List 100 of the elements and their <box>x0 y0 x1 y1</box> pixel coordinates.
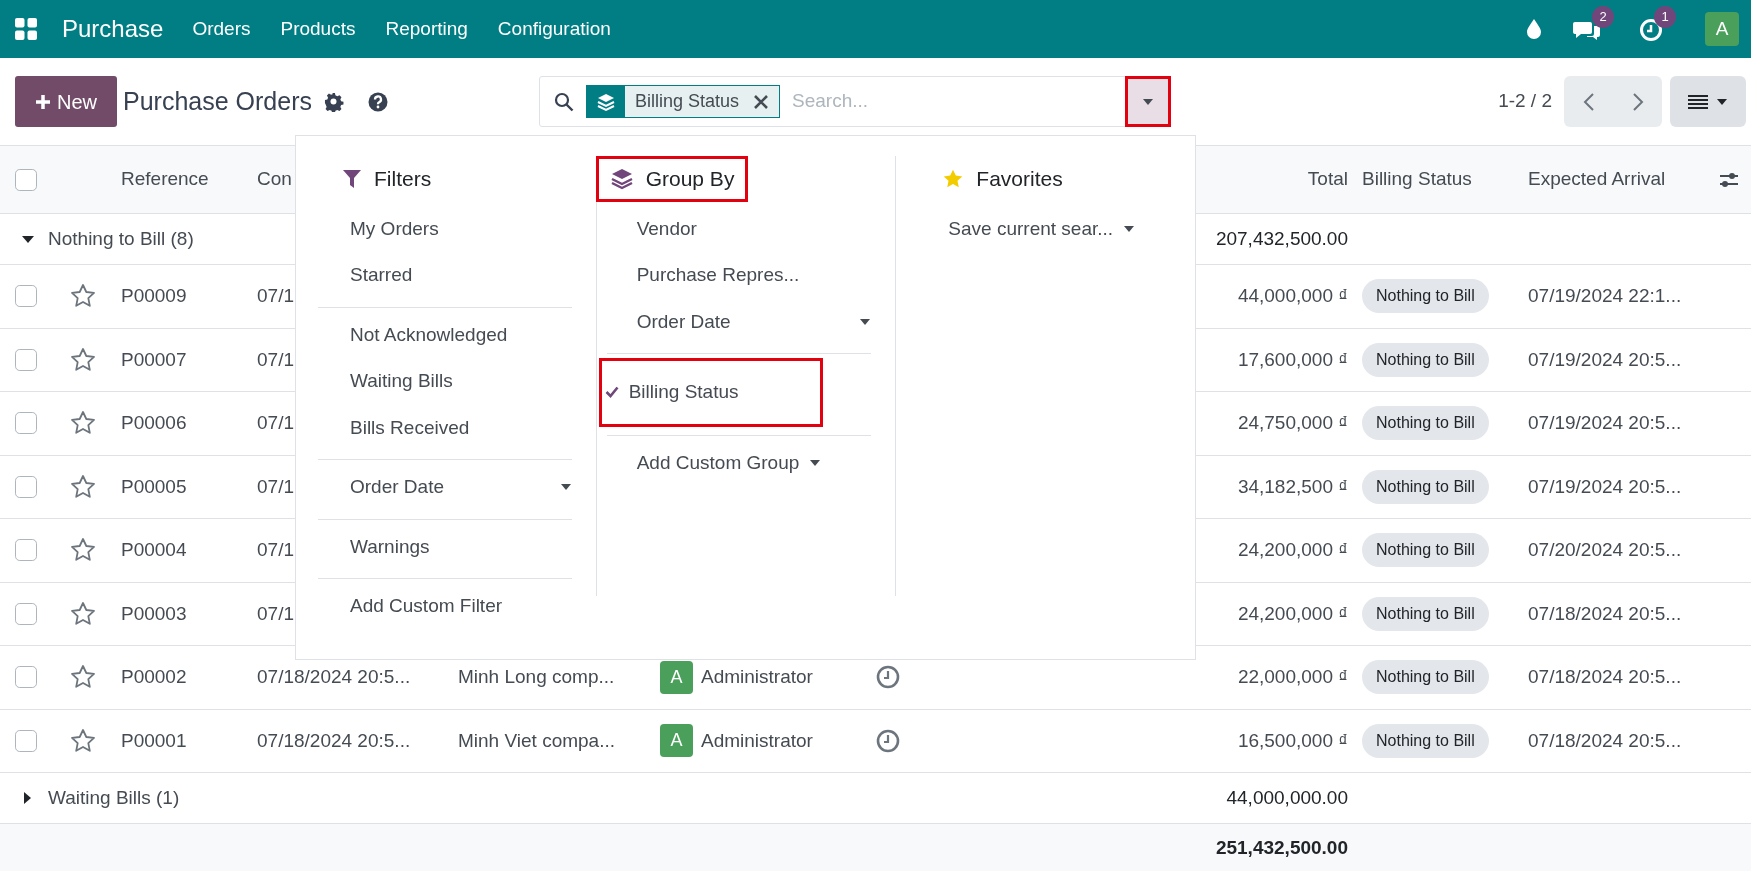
star-icon[interactable] <box>70 727 96 754</box>
star-icon[interactable] <box>70 410 96 437</box>
search-icon <box>553 91 574 112</box>
status-badge: Nothing to Bill <box>1362 596 1489 631</box>
user-avatar: A <box>660 724 693 758</box>
caret-down-icon[interactable] <box>22 234 34 244</box>
table-cell-text: 07/1 <box>257 284 294 308</box>
caret-right-icon[interactable] <box>22 792 32 804</box>
filter-option[interactable]: Add Custom Filter <box>318 583 572 630</box>
table-cell-text: P00005 <box>121 474 187 499</box>
column-header: Reference <box>121 167 209 192</box>
view-switcher-button[interactable] <box>1670 76 1746 127</box>
table-cell-text: Administrator <box>701 728 813 753</box>
row-checkbox[interactable] <box>15 602 37 625</box>
group-by-option[interactable]: Order Date <box>606 298 872 345</box>
group-by-option[interactable]: Add Custom Group <box>606 439 872 486</box>
caret-icon <box>1716 96 1728 107</box>
row-checkbox[interactable] <box>15 475 37 498</box>
row-checkbox[interactable] <box>15 348 37 371</box>
group-total: 207,432,500.00 <box>1215 226 1349 251</box>
chevron-right-icon <box>1631 91 1644 112</box>
caret-icon <box>809 457 822 468</box>
star-icon[interactable] <box>70 537 96 564</box>
chevron-left-icon <box>1582 91 1595 112</box>
table-cell-text: 07/1 <box>257 474 294 499</box>
star-icon[interactable] <box>70 600 96 627</box>
star-icon[interactable] <box>70 283 96 310</box>
filter-option[interactable]: Starred <box>318 252 572 299</box>
group-label[interactable]: Waiting Bills (1) <box>48 783 180 813</box>
search-bar[interactable]: Billing Status Search... <box>538 76 1171 127</box>
star-icon[interactable] <box>70 473 96 500</box>
star-icon[interactable] <box>70 664 96 691</box>
help-icon[interactable] <box>367 91 388 112</box>
gear-icon[interactable] <box>323 91 344 112</box>
new-button[interactable]: New <box>15 76 117 127</box>
section-header: Group By <box>595 156 749 202</box>
menu-item[interactable]: Configuration <box>497 14 611 44</box>
status-badge: Nothing to Bill <box>1362 279 1489 314</box>
table-cell-text: 07/18/2024 20:5... <box>257 728 411 753</box>
caret-icon <box>859 316 872 327</box>
table-cell-text: 07/19/2024 20:5... <box>1528 347 1682 372</box>
menu-item[interactable]: Products <box>280 14 356 44</box>
row-checkbox[interactable] <box>15 729 37 752</box>
table-cell-text: P00009 <box>121 284 187 308</box>
status-badge: Nothing to Bill <box>1362 342 1489 377</box>
row-checkbox[interactable] <box>15 539 37 562</box>
filter-option[interactable]: Not Acknowledged <box>318 311 572 358</box>
status-badge: Nothing to Bill <box>1362 469 1489 504</box>
clock-icon[interactable] <box>876 665 900 690</box>
filter-option[interactable]: Waiting Bills <box>318 358 572 405</box>
column-header: Billing Status <box>1362 167 1472 192</box>
group-label[interactable]: Nothing to Bill (8) <box>48 224 194 254</box>
caret-icon <box>1123 223 1136 234</box>
table-cell-text: 44,000,000 ₫ <box>1237 284 1349 308</box>
favorite-option[interactable]: Save current sear... <box>918 205 1171 252</box>
group-by-option[interactable]: Purchase Repres... <box>606 252 872 299</box>
caret-icon <box>1141 96 1154 107</box>
group-by-option[interactable]: Billing Status <box>598 358 823 427</box>
table-cell-text: 07/19/2024 20:5... <box>1528 474 1682 499</box>
table-cell-text: 07/18/2024 20:5... <box>1528 728 1682 753</box>
select-all-checkbox[interactable] <box>15 168 37 191</box>
column-header: Expected Arrival <box>1528 167 1666 192</box>
section-header: Filters <box>328 156 446 202</box>
app-name[interactable]: Purchase <box>62 11 164 47</box>
row-checkbox[interactable] <box>15 412 37 435</box>
menu-item[interactable]: Reporting <box>385 14 468 44</box>
row-checkbox[interactable] <box>15 285 37 308</box>
column-header: Total <box>1307 167 1349 192</box>
search-toggle-button[interactable] <box>1124 76 1171 127</box>
menu-item[interactable]: Orders <box>192 14 251 44</box>
plus-icon <box>35 93 51 110</box>
filter-option[interactable]: My Orders <box>318 205 572 252</box>
status-badge: Nothing to Bill <box>1362 406 1489 441</box>
close-icon[interactable] <box>753 93 770 110</box>
layers-icon <box>595 91 616 112</box>
table-cell-text: 24,200,000 ₫ <box>1237 601 1349 626</box>
row-checkbox[interactable] <box>15 666 37 689</box>
filter-option[interactable]: Order Date <box>318 464 572 511</box>
apps-menu-icon[interactable] <box>14 17 38 41</box>
table-cell-text: 07/1 <box>257 538 294 562</box>
pager-count: 1-2 / 2 <box>1498 89 1552 114</box>
table-cell-text: Administrator <box>701 665 813 689</box>
layers-icon <box>609 167 634 190</box>
filter-option[interactable]: Warnings <box>318 523 572 570</box>
table-cell-text: 16,500,000 ₫ <box>1237 728 1349 753</box>
star-icon[interactable] <box>70 346 96 373</box>
table-cell-text: 07/19/2024 22:1... <box>1528 284 1682 308</box>
group-by-option[interactable]: Vendor <box>606 205 872 252</box>
user-avatar: A <box>660 660 693 694</box>
grand-total: 251,432,500.00 <box>1215 836 1349 861</box>
status-badge: Nothing to Bill <box>1362 533 1489 568</box>
clock-icon[interactable] <box>876 728 900 753</box>
table-cell-text: P00004 <box>121 538 187 562</box>
status-badge: Nothing to Bill <box>1362 660 1489 695</box>
filter-option[interactable]: Bills Received <box>318 404 572 451</box>
table-cell-text: 07/19/2024 20:5... <box>1528 411 1682 435</box>
droplet-icon[interactable] <box>1525 18 1543 40</box>
table-cell-text: Minh Viet compa... <box>458 728 615 753</box>
list-icon <box>1688 93 1708 110</box>
table-cell-text: 24,750,000 ₫ <box>1237 411 1349 435</box>
